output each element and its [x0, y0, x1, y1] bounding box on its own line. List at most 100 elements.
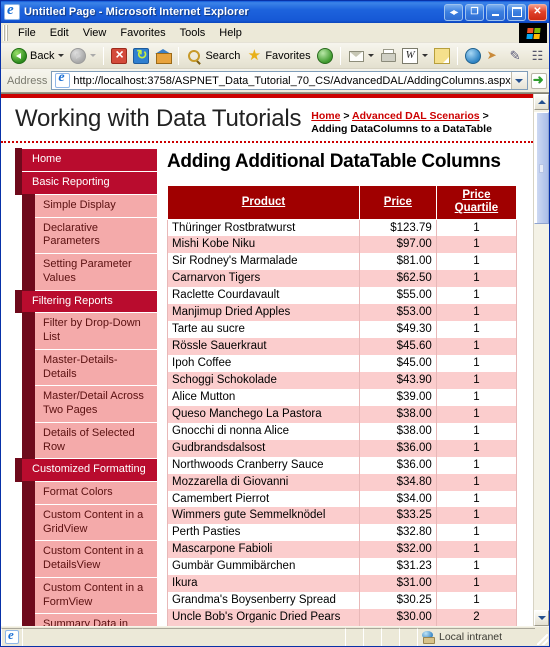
address-url-text: http://localhost:3758/ASPNET_Data_Tutori… [73, 74, 511, 87]
edit-word-button[interactable] [399, 45, 431, 67]
cell-quartile: 1 [435, 287, 518, 305]
table-row: Ikura $31.00 1 [167, 575, 518, 593]
sidebar-item-home[interactable]: Home [15, 148, 157, 172]
scrollbar-track[interactable] [534, 110, 549, 610]
menu-grip[interactable] [3, 24, 8, 41]
stop-icon [111, 46, 128, 64]
status-bar: Local intranet [1, 626, 549, 646]
table-row: Raclette Courdavault $55.00 1 [167, 287, 518, 305]
mail-button[interactable] [345, 45, 377, 67]
sidebar-item-filter-by-drop-down-list[interactable]: Filter by Drop-Down List [22, 312, 157, 350]
sidebar-item-custom-content-in-a-gridview[interactable]: Custom Content in a GridView [22, 503, 157, 542]
vertical-scrollbar[interactable] [533, 94, 549, 626]
discuss-button[interactable] [431, 45, 453, 67]
sidebar-item-details-of-selected-row[interactable]: Details of Selected Row [22, 421, 157, 460]
minimize-button[interactable] [486, 3, 505, 21]
word-document-icon [401, 47, 418, 64]
go-arrow-icon [530, 72, 547, 89]
page-body: Home Basic Reporting Simple Display Declara… [1, 143, 533, 626]
close-button[interactable]: ✕ [528, 3, 547, 21]
column-header-price[interactable]: Price [358, 185, 437, 220]
resize-grip[interactable] [535, 628, 549, 646]
column-header-price-quartile[interactable]: Price Quartile [435, 185, 518, 220]
cell-price: $38.00 [358, 422, 437, 440]
menu-tools[interactable]: Tools [173, 25, 213, 41]
column-header-product[interactable]: Product [167, 185, 360, 220]
history-button[interactable] [314, 45, 336, 67]
research-button[interactable] [484, 45, 506, 67]
sidebar-item-declarative-parameters[interactable]: Declarative Parameters [22, 216, 157, 254]
sidebar-item-setting-parameter-values[interactable]: Setting Parameter Values [22, 253, 157, 291]
breadcrumb-link-home[interactable]: Home [311, 110, 340, 122]
cell-price: $36.00 [358, 456, 437, 474]
page-favicon-icon [55, 73, 71, 88]
sidebar-item-master-details-details[interactable]: Master-Details-Details [22, 348, 157, 387]
go-button[interactable]: Go [530, 72, 550, 89]
sidebar-item-filtering-reports[interactable]: Filtering Reports [15, 289, 157, 314]
sidebar-item-custom-content-in-a-detailsview[interactable]: Custom Content in a DetailsView [22, 540, 157, 578]
cell-product: Sir Rodney's Marmalade [167, 253, 360, 271]
security-zone[interactable]: Local intranet [417, 627, 535, 646]
table-row: Manjimup Dried Apples $53.00 1 [167, 304, 518, 322]
menu-help[interactable]: Help [212, 25, 249, 41]
refresh-button[interactable] [130, 45, 152, 67]
table-row: Mishi Kobe Niku $97.00 1 [167, 236, 518, 254]
cell-price: $55.00 [358, 287, 437, 305]
cell-price: $32.00 [358, 541, 437, 559]
cell-product: Gudbrandsdalsost [167, 439, 360, 457]
cell-product: Uncle Bob's Organic Dried Pears [167, 609, 360, 626]
column-header-product-label: Product [241, 195, 286, 208]
cell-quartile: 1 [435, 338, 518, 356]
messenger-button[interactable] [462, 45, 484, 67]
cell-quartile: 1 [435, 541, 518, 559]
mail-dropdown-caret-icon[interactable] [367, 54, 374, 57]
search-button[interactable]: Search [183, 45, 243, 67]
status-pad-3 [381, 627, 399, 646]
sidebar-item-customized-formatting[interactable]: Customized Formatting [15, 458, 157, 482]
cell-quartile: 1 [435, 371, 518, 389]
table-row: Perth Pasties $32.80 1 [167, 524, 518, 542]
sidebar-item-basic-reporting[interactable]: Basic Reporting [15, 171, 157, 195]
cell-price: $43.90 [358, 371, 437, 389]
menu-favorites[interactable]: Favorites [113, 25, 172, 41]
sidebar-item-simple-display[interactable]: Simple Display [22, 193, 157, 218]
table-row: Uncle Bob's Organic Dried Pears $30.00 2 [167, 609, 518, 626]
scrollbar-thumb[interactable] [534, 112, 549, 224]
products-table: Product Price Price Quartile Thüringer R… [167, 185, 518, 626]
restore-group-button[interactable] [444, 3, 463, 21]
back-dropdown-caret-icon[interactable] [58, 54, 65, 57]
page-title: Adding Additional DataTable Columns [167, 151, 501, 173]
cell-product: Alice Mutton [167, 388, 360, 406]
scroll-down-button[interactable] [534, 610, 549, 626]
edit-page-button[interactable] [506, 45, 528, 67]
address-dropdown-button[interactable] [510, 72, 527, 89]
sidebar-item-format-colors[interactable]: Format Colors [22, 481, 157, 505]
table-row: Thüringer Rostbratwurst $123.79 1 [167, 219, 518, 237]
maximize-button[interactable] [507, 3, 526, 21]
cell-quartile: 1 [435, 575, 518, 593]
menu-edit[interactable]: Edit [43, 25, 76, 41]
menu-file[interactable]: File [11, 25, 43, 41]
breadcrumb-link-section[interactable]: Advanced DAL Scenarios [352, 110, 480, 122]
table-row: Grandma's Boysenberry Spread $30.25 1 [167, 592, 518, 610]
restore-window-button[interactable] [465, 3, 484, 21]
edit-dropdown-caret-icon[interactable] [421, 54, 428, 57]
back-button[interactable]: Back [8, 45, 67, 67]
cell-product: Queso Manchego La Pastora [167, 405, 360, 423]
home-button[interactable] [152, 45, 174, 67]
browser-viewport: Working with Data Tutorials Home > Advan… [1, 93, 549, 626]
scroll-up-button[interactable] [534, 94, 549, 110]
menu-view[interactable]: View [76, 25, 114, 41]
sidebar-item-summary-data-in-footer[interactable]: Summary Data in Footer [22, 613, 157, 626]
address-input[interactable]: http://localhost:3758/ASPNET_Data_Tutori… [51, 71, 528, 90]
cell-product: Mozzarella di Giovanni [167, 473, 360, 491]
sidebar-item-label: Declarative Parameters [43, 221, 100, 248]
star-icon: ★ [247, 46, 262, 64]
sidebar-item-master-detail-across-two-pages[interactable]: Master/Detail Across Two Pages [22, 385, 157, 423]
favorites-button[interactable]: ★ Favorites [243, 45, 313, 67]
print-button[interactable] [377, 45, 399, 67]
cell-price: $123.79 [358, 219, 437, 237]
grid-tool-button[interactable] [528, 45, 550, 67]
sidebar-item-custom-content-in-a-formview[interactable]: Custom Content in a FormView [22, 576, 157, 615]
stop-button[interactable] [108, 45, 130, 67]
